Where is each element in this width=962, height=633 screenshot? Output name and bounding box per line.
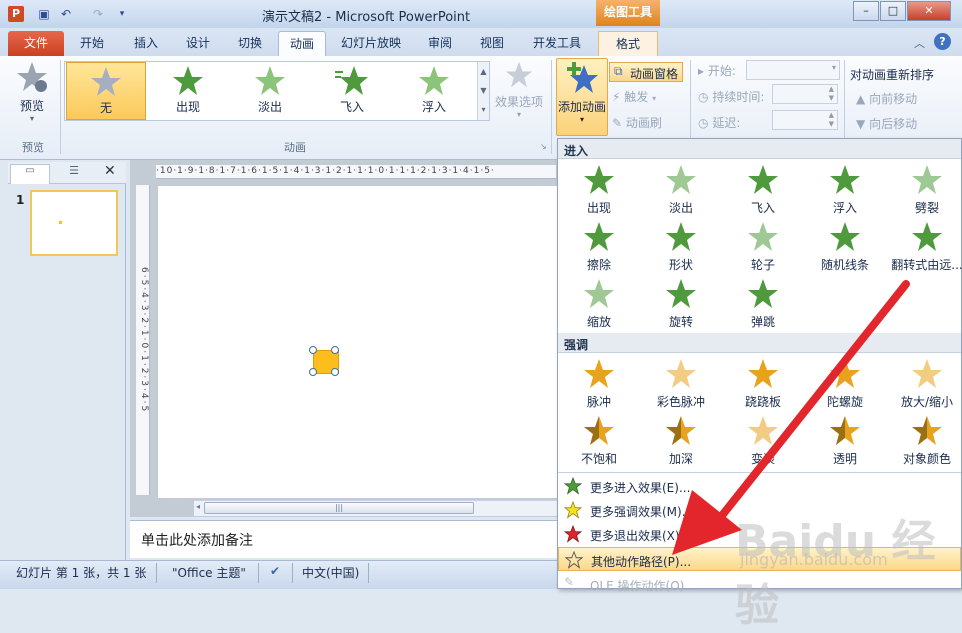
annotation-arrow-icon [672,280,910,555]
